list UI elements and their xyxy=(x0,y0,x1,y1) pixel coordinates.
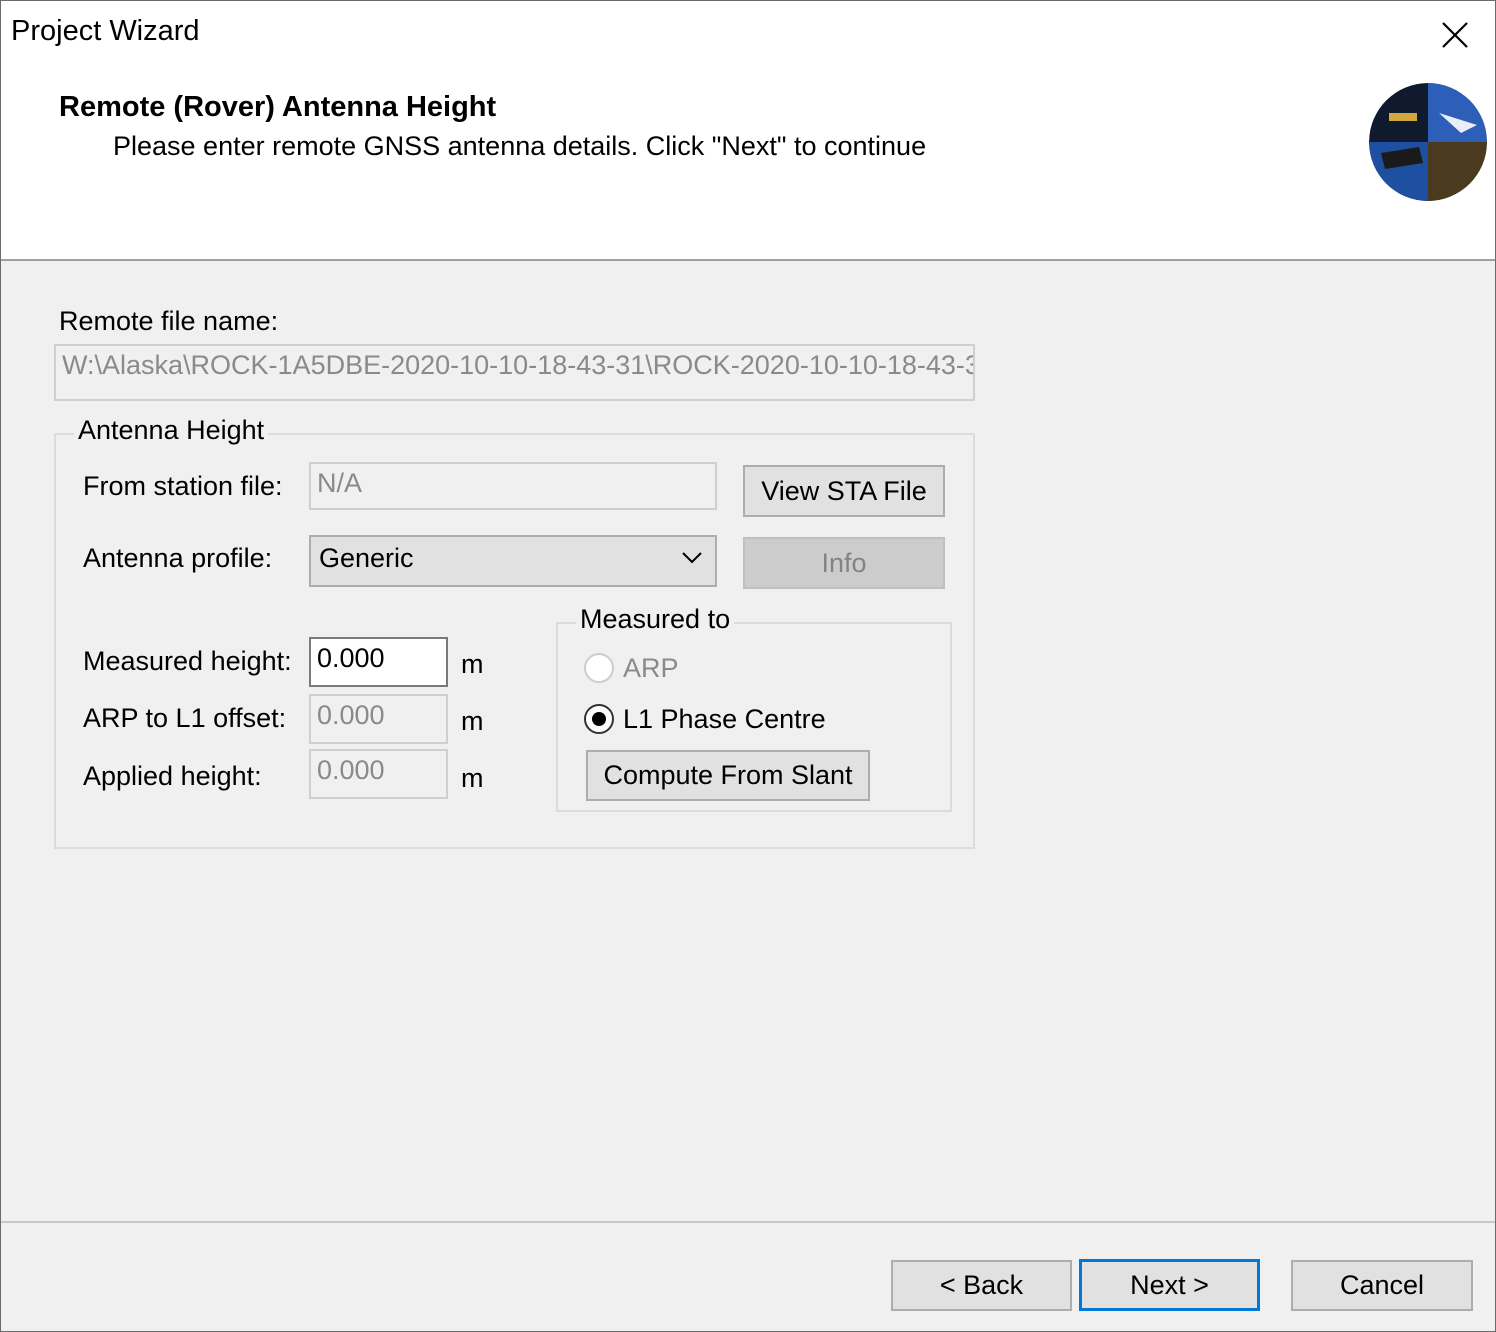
back-button[interactable]: < Back xyxy=(891,1260,1072,1311)
window-title: Project Wizard xyxy=(11,15,200,47)
station-file-field: N/A xyxy=(309,462,717,510)
arp-offset-label: ARP to L1 offset: xyxy=(83,703,287,733)
applied-height-field: 0.000 xyxy=(309,749,448,799)
antenna-profile-dropdown[interactable]: Generic xyxy=(309,535,717,587)
view-sta-file-button[interactable]: View STA File xyxy=(743,465,945,517)
measured-height-unit: m xyxy=(461,649,484,679)
antenna-profile-label: Antenna profile: xyxy=(83,543,273,573)
radio-arp-label: ARP xyxy=(623,653,679,683)
antenna-profile-value: Generic xyxy=(319,543,414,573)
page-subtitle: Please enter remote GNSS antenna details… xyxy=(113,131,927,161)
title-bar: Project Wizard xyxy=(1,1,1495,69)
compute-from-slant-button[interactable]: Compute From Slant xyxy=(586,750,870,801)
station-file-label: From station file: xyxy=(83,471,283,501)
applied-height-label: Applied height: xyxy=(83,761,262,791)
arp-offset-unit: m xyxy=(461,706,484,736)
measured-height-label: Measured height: xyxy=(83,646,292,676)
footer-divider xyxy=(1,1221,1495,1223)
radio-arp[interactable] xyxy=(584,653,614,683)
antenna-height-group-label: Antenna Height xyxy=(74,415,269,446)
project-wizard-window: Project Wizard Remote (Rover) Antenna He… xyxy=(0,0,1496,1332)
cancel-button[interactable]: Cancel xyxy=(1291,1260,1473,1311)
measured-height-input[interactable]: 0.000 xyxy=(309,637,448,687)
remote-file-label: Remote file name: xyxy=(59,306,279,336)
next-button[interactable]: Next > xyxy=(1079,1259,1260,1311)
applied-height-unit: m xyxy=(461,763,484,793)
radio-l1-phase-centre-label: L1 Phase Centre xyxy=(623,704,826,734)
arp-offset-field: 0.000 xyxy=(309,694,448,744)
close-icon xyxy=(1442,22,1468,48)
app-logo xyxy=(1369,83,1487,201)
page-title: Remote (Rover) Antenna Height xyxy=(59,91,497,123)
measured-to-group-label: Measured to xyxy=(576,604,735,635)
chevron-down-icon xyxy=(682,552,702,564)
radio-l1-phase-centre[interactable] xyxy=(584,704,614,734)
remote-file-field: W:\Alaska\ROCK-1A5DBE-2020-10-10-18-43-3… xyxy=(54,344,975,401)
close-button[interactable] xyxy=(1429,9,1481,61)
wizard-header: Remote (Rover) Antenna Height Please ent… xyxy=(1,69,1495,261)
info-button[interactable]: Info xyxy=(743,537,945,589)
radio-selected-dot xyxy=(592,712,606,726)
